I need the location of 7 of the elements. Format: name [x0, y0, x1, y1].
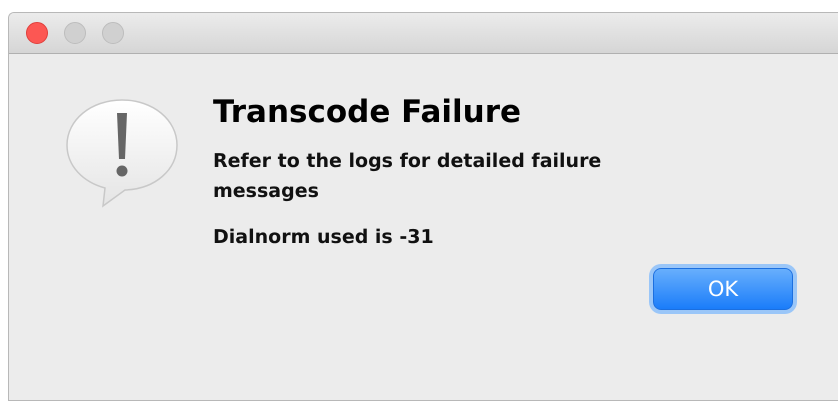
alert-message: Refer to the logs for detailed failure messages — [213, 149, 602, 204]
alert-message: Dialnorm used is -31 — [213, 225, 435, 250]
zoom-window-button[interactable] — [102, 22, 124, 44]
alert-title: Transcode Failure — [213, 94, 522, 130]
warning-icon — [65, 98, 179, 210]
close-window-button[interactable] — [26, 22, 48, 44]
minimize-window-button[interactable] — [64, 22, 86, 44]
